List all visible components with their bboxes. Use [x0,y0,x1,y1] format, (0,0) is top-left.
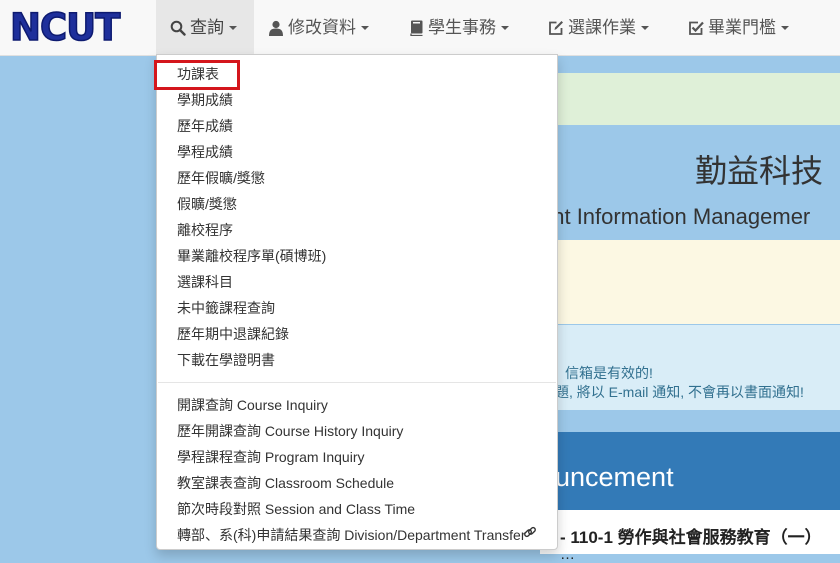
info-notice-line-2: 題, 將以 E-mail 通知, 不會再以書面通知! [555,384,804,400]
nav-modify-data-label: 修改資料 [288,18,356,37]
external-link-icon [523,525,537,544]
system-subtitle: ent Information Managemer [540,204,811,229]
caret-down-icon [781,26,789,30]
top-navbar: NCUT 查詢 修改資料 學生事務 選課作業 畢業門檻 [0,0,840,56]
caret-down-icon [641,26,649,30]
menu-item-classroom-schedule[interactable]: 教室課表查詢 Classroom Schedule [177,473,394,493]
nav-query-label: 查詢 [190,18,224,37]
nav-student-affairs-dropdown[interactable]: 學生事務 [396,0,531,55]
menu-item-semester-grades[interactable]: 學期成績 [177,90,233,110]
announcement-heading: uncement [555,462,674,492]
menu-item-enrollment-certificate[interactable]: 下載在學證明書 [177,350,275,370]
nav-modify-data-dropdown[interactable]: 修改資料 [256,0,391,55]
menu-item-course-inquiry[interactable]: 開課查詢 Course Inquiry [177,395,328,415]
check-square-icon [688,18,708,37]
caret-down-icon [501,26,509,30]
menu-item-class-schedule[interactable]: 功課表 [177,64,219,84]
menu-item-session-class-time[interactable]: 節次時段對照 Session and Class Time [177,499,415,519]
edit-icon [548,18,568,37]
caret-down-icon [361,26,369,30]
info-notice-line-1: 信箱是有效的! [565,365,653,381]
search-icon [170,18,190,37]
success-alert-bar [540,73,840,125]
announcement-item-partial: … [560,546,575,563]
menu-item-program-grades[interactable]: 學程成績 [177,142,233,162]
menu-item-leaving-procedure[interactable]: 離校程序 [177,220,233,240]
menu-item-all-year-grades[interactable]: 歷年成績 [177,116,233,136]
school-name-heading: 勤益科技 [695,153,824,189]
announcement-item[interactable]: - 110-1 勞作與社會服務教育（一） [560,523,822,548]
brand-logo[interactable]: NCUT [9,8,152,48]
menu-item-absence-awards[interactable]: 假曠/獎懲 [177,194,237,214]
nav-graduation-dropdown[interactable]: 畢業門檻 [674,0,809,55]
nav-student-affairs-label: 學生事務 [428,18,496,37]
menu-item-all-year-absence-awards[interactable]: 歷年假曠/獎懲 [177,168,265,188]
nav-graduation-label: 畢業門檻 [708,18,776,37]
menu-item-selected-courses[interactable]: 選課科目 [177,272,233,292]
user-icon [268,18,288,37]
menu-divider [158,382,556,383]
menu-item-graduate-leaving-form[interactable]: 畢業離校程序單(碩博班) [177,246,326,266]
menu-item-department-transfer[interactable]: 轉部、系(科)申請結果查詢 Division/Department Transf… [177,525,526,545]
caret-down-icon [229,26,237,30]
nav-course-selection-label: 選課作業 [568,18,636,37]
menu-item-midterm-withdrawal-log[interactable]: 歷年期中退課紀錄 [177,324,289,344]
warning-alert-bar [540,240,840,324]
nav-query-dropdown[interactable]: 查詢 [156,0,254,55]
menu-item-program-inquiry[interactable]: 學程課程查詢 Program Inquiry [177,447,364,467]
book-icon [410,18,428,37]
nav-course-selection-dropdown[interactable]: 選課作業 [534,0,669,55]
query-dropdown-menu: 功課表 學期成績 歷年成績 學程成績 歷年假曠/獎懲 假曠/獎懲 離校程序 畢業… [154,54,558,550]
menu-item-course-history-inquiry[interactable]: 歷年開課查詢 Course History Inquiry [177,421,403,441]
menu-item-unselected-course-query[interactable]: 未中籤課程查詢 [177,298,275,318]
